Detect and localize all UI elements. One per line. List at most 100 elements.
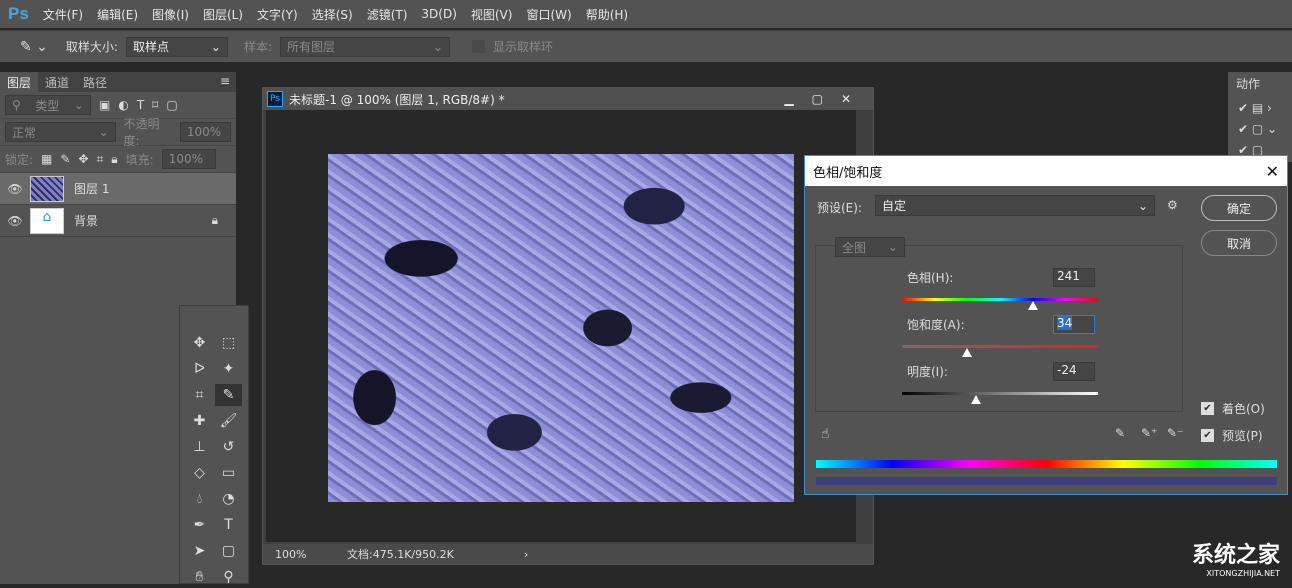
lock-transparent-icon[interactable]: ▦: [41, 152, 52, 166]
action-check-icon[interactable]: ✔ ▢ ⌄: [1238, 119, 1282, 140]
blur-tool-icon[interactable]: 💧︎: [186, 488, 213, 510]
sample-size-select[interactable]: 取样点⌄: [126, 37, 228, 57]
layer-name: 图层 1: [74, 180, 109, 197]
healing-tool-icon[interactable]: ✚: [186, 410, 213, 432]
magic-wand-tool-icon[interactable]: ✦: [215, 358, 242, 380]
menu-filter[interactable]: 滤镜(T): [367, 6, 408, 23]
brush-tool-icon[interactable]: 🖌︎: [215, 410, 242, 432]
document-title-bar[interactable]: Ps 未标题-1 @ 100% (图层 1, RGB/8#) * ▁▢✕: [263, 88, 873, 110]
eyedropper-minus-icon[interactable]: ✎⁻: [1167, 426, 1183, 440]
menu-view[interactable]: 视图(V): [471, 6, 513, 23]
hue-slider-thumb[interactable]: [1028, 301, 1038, 310]
panel-menu-icon[interactable]: ≡: [214, 72, 236, 92]
search-icon: ⚲: [12, 98, 21, 112]
canvas-area[interactable]: [266, 110, 856, 542]
marquee-tool-icon[interactable]: ⬚: [215, 332, 242, 354]
tab-layers[interactable]: 图层: [0, 72, 38, 92]
maximize-icon[interactable]: ▢: [812, 92, 823, 106]
minimize-icon[interactable]: ▁: [784, 92, 793, 106]
layer-row-layer1[interactable]: 👁︎ 图层 1: [0, 173, 236, 205]
layer-row-background[interactable]: 👁︎ ⌂ 背景 🔒︎: [0, 205, 236, 237]
hue-label: 色相(H):: [907, 269, 953, 286]
close-icon[interactable]: ✕: [841, 92, 851, 106]
adjustment-filter-icon[interactable]: ◐: [118, 98, 128, 112]
tab-channels[interactable]: 通道: [38, 72, 76, 92]
shape-tool-icon[interactable]: ▢: [215, 540, 242, 562]
channel-select[interactable]: 全图⌄: [835, 237, 905, 257]
targeted-adjustment-hand-icon[interactable]: ☝: [821, 426, 830, 442]
shape-filter-icon[interactable]: ⌑: [152, 98, 158, 112]
gear-icon[interactable]: ⚙: [1167, 198, 1178, 212]
visibility-eye-icon[interactable]: 👁︎: [0, 182, 30, 196]
preset-select[interactable]: 自定⌄: [875, 195, 1155, 216]
layer-thumbnail: ⌂: [30, 208, 64, 234]
channel-value: 全图: [842, 239, 866, 256]
blend-mode-select[interactable]: 正常⌄: [5, 122, 116, 142]
lightness-slider[interactable]: [902, 392, 1098, 395]
lock-all-icon[interactable]: 🔒︎: [111, 152, 117, 167]
menu-file[interactable]: 文件(F): [43, 6, 83, 23]
crop-tool-icon[interactable]: ⌗: [186, 384, 213, 406]
saturation-input[interactable]: 34: [1057, 316, 1072, 330]
eyedropper-icon[interactable]: ✎ ⌄: [20, 39, 48, 55]
zoom-tool-icon[interactable]: ⚲: [215, 566, 242, 588]
eraser-tool-icon[interactable]: ◇: [186, 462, 213, 484]
menu-edit[interactable]: 编辑(E): [97, 6, 138, 23]
layer-thumbnail: [30, 176, 64, 202]
eyedropper-icon[interactable]: ✎: [1115, 426, 1125, 440]
preview-checkbox[interactable]: ✔预览(P): [1201, 427, 1263, 444]
chevron-right-icon[interactable]: ›: [524, 548, 528, 561]
hue-slider[interactable]: [902, 298, 1098, 301]
tab-paths[interactable]: 路径: [76, 72, 114, 92]
lightness-slider-thumb[interactable]: [971, 395, 981, 404]
fill-input[interactable]: 100%: [162, 149, 216, 169]
colorize-checkbox[interactable]: ✔着色(O): [1201, 400, 1265, 417]
history-brush-tool-icon[interactable]: ↺: [215, 436, 242, 458]
dodge-tool-icon[interactable]: ◔: [215, 488, 242, 510]
hand-tool-icon[interactable]: ✋︎: [186, 566, 213, 588]
move-tool-icon[interactable]: ✥: [186, 332, 213, 354]
eyedropper-plus-icon[interactable]: ✎⁺: [1141, 426, 1157, 440]
show-ring-checkbox[interactable]: [472, 40, 485, 53]
pen-tool-icon[interactable]: ✒: [186, 514, 213, 536]
menu-window[interactable]: 窗口(W): [526, 6, 571, 23]
image-filter-icon[interactable]: ▣: [99, 98, 110, 112]
saturation-label: 饱和度(A):: [907, 316, 965, 333]
menu-layer[interactable]: 图层(L): [203, 6, 243, 23]
menu-image[interactable]: 图像(I): [152, 6, 189, 23]
action-check-icon[interactable]: ✔ ▤ ›: [1238, 98, 1282, 119]
menu-help[interactable]: 帮助(H): [586, 6, 628, 23]
lightness-input[interactable]: -24: [1053, 362, 1095, 381]
saturation-slider[interactable]: [902, 345, 1098, 348]
watermark: 系统之家XITONGZHIJIA.NET: [1192, 537, 1280, 578]
lock-label: 锁定:: [5, 151, 33, 168]
type-tool-icon[interactable]: T: [215, 514, 242, 536]
lasso-tool-icon[interactable]: ᐅ: [186, 358, 213, 380]
tab-actions[interactable]: 动作: [1228, 72, 1292, 92]
zoom-level[interactable]: 100%: [263, 548, 311, 561]
menu-select[interactable]: 选择(S): [312, 6, 353, 23]
canvas-image[interactable]: [328, 154, 794, 502]
saturation-slider-thumb[interactable]: [962, 348, 972, 357]
eyedropper-tool-icon[interactable]: ✎: [215, 384, 242, 406]
output-color-bar: [816, 477, 1277, 485]
smart-object-filter-icon[interactable]: ▢: [166, 98, 177, 112]
ok-button[interactable]: 确定: [1201, 195, 1277, 221]
sample-select[interactable]: 所有图层⌄: [280, 37, 450, 57]
type-filter-icon[interactable]: T: [137, 98, 144, 112]
gradient-tool-icon[interactable]: ▭: [215, 462, 242, 484]
menu-3d[interactable]: 3D(D): [421, 7, 456, 21]
cancel-button[interactable]: 取消: [1201, 230, 1277, 256]
layer-filter-select[interactable]: ⚲类型⌄: [5, 95, 91, 115]
lock-artboard-icon[interactable]: ⌗: [97, 152, 104, 167]
close-icon[interactable]: ✕: [1266, 162, 1279, 181]
path-selection-tool-icon[interactable]: ➤: [186, 540, 213, 562]
opacity-input[interactable]: 100%: [180, 122, 231, 142]
lock-paint-icon[interactable]: ✎: [60, 152, 70, 166]
stamp-tool-icon[interactable]: ⊥: [186, 436, 213, 458]
visibility-eye-icon[interactable]: 👁︎: [0, 214, 30, 228]
lock-move-icon[interactable]: ✥: [78, 152, 88, 166]
layer-filter-value: 类型: [35, 97, 59, 114]
menu-type[interactable]: 文字(Y): [257, 6, 298, 23]
hue-input[interactable]: 241: [1053, 268, 1095, 287]
